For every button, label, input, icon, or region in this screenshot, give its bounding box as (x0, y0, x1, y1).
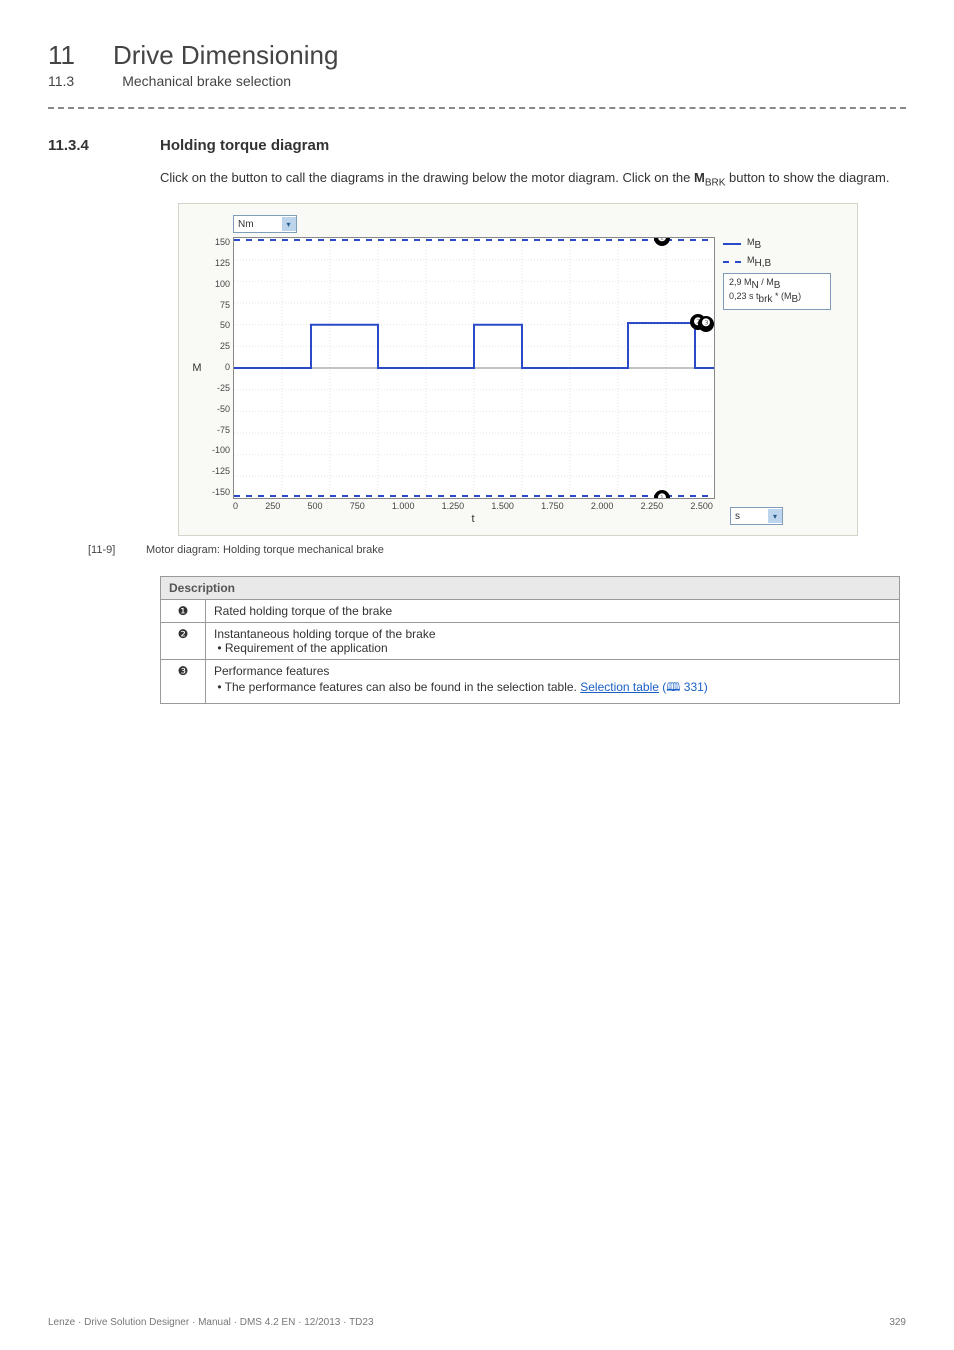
plot-area: ❶ ❷ ❶ (233, 237, 715, 499)
row-marker-3: ❸ (178, 664, 189, 678)
row-marker-2: ❷ (178, 627, 189, 641)
section-number: 11.3 (48, 73, 74, 89)
table-row: ❷ Instantaneous holding torque of the br… (161, 623, 900, 660)
x-axis-title: t (471, 513, 474, 525)
chevron-down-icon: ▾ (768, 509, 782, 523)
chevron-down-icon: ▾ (282, 217, 296, 231)
y-axis-ticks: 150 125 100 75 50 25 0 -25 -50 -75 -100 … (205, 237, 233, 497)
footer-left: Lenze · Drive Solution Designer · Manual… (48, 1317, 374, 1328)
x-axis-unit-value: s (735, 511, 740, 522)
y-axis-title: M (189, 237, 205, 499)
separator (48, 107, 906, 109)
y-axis-unit-dropdown[interactable]: Nm ▾ (233, 215, 297, 233)
chart-frame: Nm ▾ M 150 125 100 75 50 25 0 -25 -50 -7… (178, 203, 858, 537)
subsection-title: Holding torque diagram (160, 137, 329, 154)
chart-legend: MB MH,B 2,9 MN / MB 0,23 s tbrk * (MB) ❸ (723, 237, 831, 499)
description-table: Description ❶ Rated holding torque of th… (160, 576, 900, 704)
chapter-title: Drive Dimensioning (113, 40, 338, 71)
table-row: ❸ Performance features • The performance… (161, 660, 900, 704)
callout-3: ❸ (698, 316, 714, 332)
table-row: ❶ Rated holding torque of the brake (161, 600, 900, 623)
row-marker-1: ❶ (178, 604, 189, 618)
chapter-number: 11 (48, 40, 75, 71)
figure-number: [11-9] (88, 544, 134, 556)
page-number: 329 (889, 1317, 906, 1328)
row-text: Performance features • The performance f… (206, 660, 900, 704)
section-title: Mechanical brake selection (122, 73, 291, 89)
figure-caption: Motor diagram: Holding torque mechanical… (146, 544, 384, 556)
table-header: Description (161, 577, 900, 600)
row-text: Rated holding torque of the brake (206, 600, 900, 623)
x-axis-unit-dropdown[interactable]: s ▾ (730, 507, 783, 525)
y-axis-unit-value: Nm (238, 219, 254, 230)
chart-info-box: 2,9 MN / MB 0,23 s tbrk * (MB) ❸ (723, 273, 831, 311)
subsection-number: 11.3.4 (48, 137, 120, 154)
callout-1-bottom: ❶ (654, 490, 670, 499)
selection-table-link[interactable]: Selection table (580, 680, 659, 694)
body-paragraph: Click on the button to call the diagrams… (160, 168, 906, 191)
x-axis-ticks: 0 250 500 750 1.000 1.250 1.500 1.750 2.… (233, 499, 713, 511)
row-text: Instantaneous holding torque of the brak… (206, 623, 900, 660)
